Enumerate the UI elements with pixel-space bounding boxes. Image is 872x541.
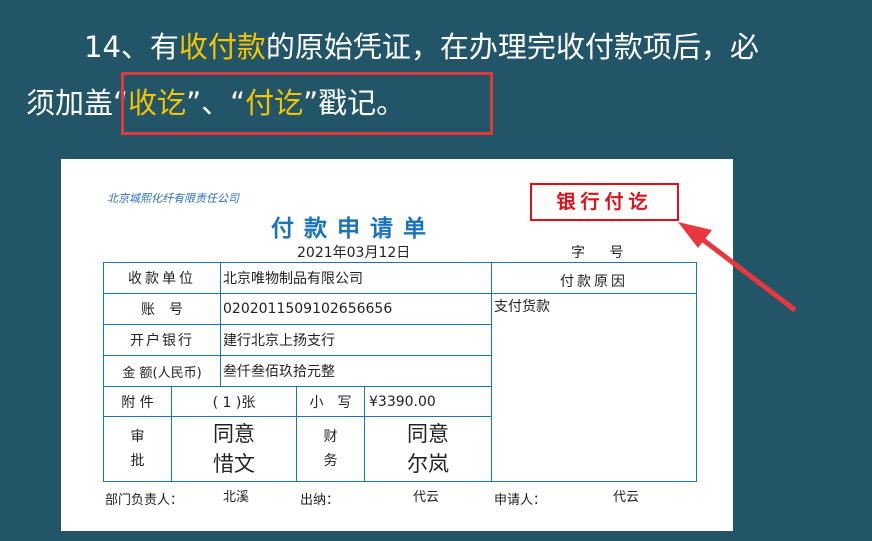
arrow-icon: [678, 222, 797, 312]
